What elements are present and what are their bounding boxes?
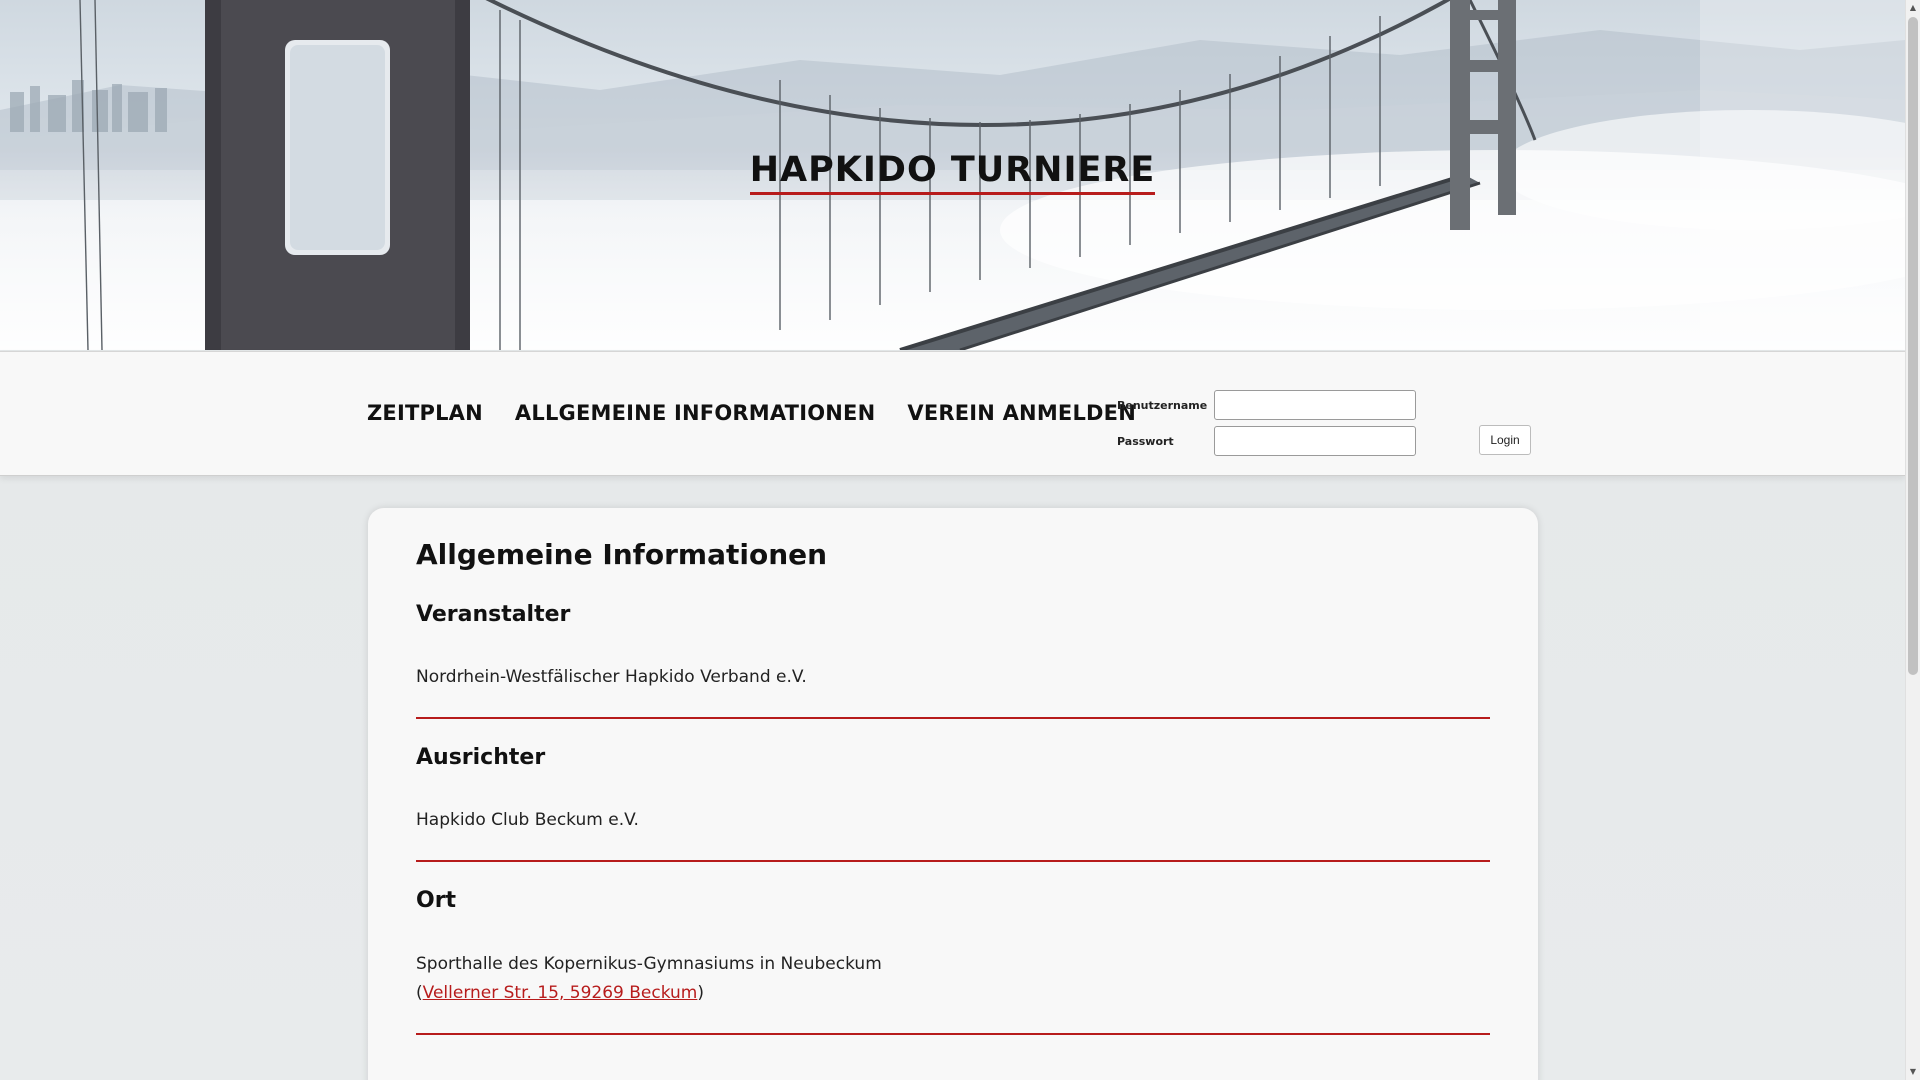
nav-item-zeitplan[interactable]: ZEITPLAN <box>367 401 483 425</box>
link-prefix: ( <box>416 982 423 1003</box>
navigation-bar: ZEITPLAN ALLGEMEINE INFORMATIONEN VEREIN… <box>0 351 1905 476</box>
main-navigation: ZEITPLAN ALLGEMEINE INFORMATIONEN VEREIN… <box>367 401 1136 425</box>
password-label: Passwort <box>1117 435 1174 448</box>
link-suffix: ) <box>697 982 705 1003</box>
section-veranstalter: Veranstalter Nordrhein-Westfälischer Hap… <box>416 602 1490 719</box>
nav-item-verein-anmelden[interactable]: VEREIN ANMELDEN <box>907 401 1136 425</box>
section-text: Sporthalle des Kopernikus-Gymnasiums in … <box>416 953 882 974</box>
site-title[interactable]: HAPKIDO TURNIERE <box>749 150 1156 195</box>
content-inner: Allgemeine Informationen Veranstalter No… <box>416 538 1490 1035</box>
section-heading: Ausrichter <box>416 744 546 770</box>
address-link[interactable]: Vellerner Str. 15, 59269 Beckum <box>423 983 698 1003</box>
content-card: Allgemeine Informationen Veranstalter No… <box>368 508 1538 1080</box>
scrollbar-thumb[interactable] <box>1908 17 1918 675</box>
triangle-up-icon[interactable]: ▲ <box>1906 0 1920 16</box>
page: HAPKIDO TURNIERE ZEITPLAN ALLGEMEINE INF… <box>0 0 1905 1080</box>
hero-banner: HAPKIDO TURNIERE <box>0 0 1905 350</box>
section-divider <box>416 1032 1490 1035</box>
triangle-down-icon[interactable]: ▼ <box>1906 1064 1920 1080</box>
username-input[interactable] <box>1214 390 1416 420</box>
section-text-block: Sporthalle des Kopernikus-Gymnasiums in … <box>416 950 1490 1008</box>
site-title-wrapper: HAPKIDO TURNIERE <box>0 150 1905 195</box>
section-ort: Ort Sporthalle des Kopernikus-Gymnasiums… <box>416 888 1490 1035</box>
login-button[interactable]: Login <box>1479 425 1531 455</box>
section-divider <box>416 860 1490 863</box>
page-scrollbar[interactable]: ▲ ▼ <box>1905 0 1920 1080</box>
section-text: Nordrhein-Westfälischer Hapkido Verband … <box>416 666 807 687</box>
nav-item-allgemeine-informationen[interactable]: ALLGEMEINE INFORMATIONEN <box>515 401 875 425</box>
section-text: Hapkido Club Beckum e.V. <box>416 810 639 831</box>
page-title: Allgemeine Informationen <box>416 538 828 571</box>
section-ausrichter: Ausrichter Hapkido Club Beckum e.V. <box>416 744 1490 863</box>
password-input[interactable] <box>1214 426 1416 456</box>
username-label: Benutzername <box>1117 399 1208 412</box>
section-heading: Ort <box>416 888 457 914</box>
section-divider <box>416 716 1490 719</box>
section-heading: Veranstalter <box>416 601 571 627</box>
